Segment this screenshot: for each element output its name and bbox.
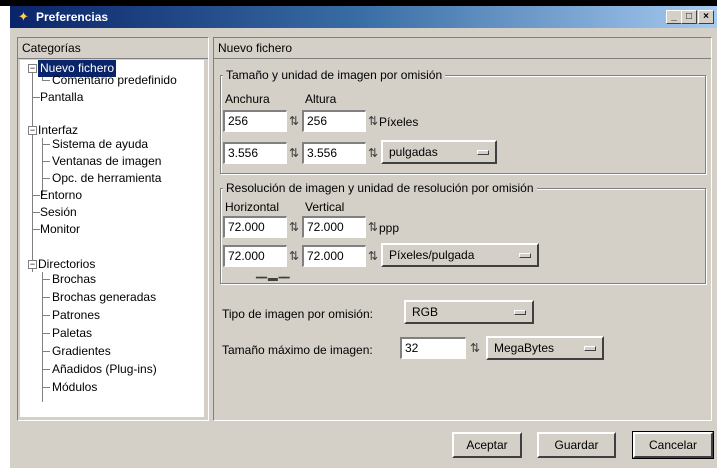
close-button[interactable]: × — [698, 10, 714, 24]
size-group-title: Tamaño y unidad de imagen por omisión — [223, 68, 446, 82]
settings-header: Nuevo fichero — [214, 38, 711, 59]
width-label: Anchura — [225, 92, 270, 106]
cancel-button[interactable]: Cancelar — [632, 431, 714, 459]
tree-item-patrones[interactable]: Patrones — [52, 307, 100, 324]
tree-item-monitor[interactable]: Monitor — [40, 221, 80, 238]
collapse-icon[interactable]: − — [28, 64, 37, 73]
tree-item-brochas[interactable]: Brochas — [52, 271, 96, 288]
tree-item-sesion[interactable]: Sesión — [40, 204, 77, 221]
resolution-unit-value: Píxeles/pulgada — [389, 248, 475, 262]
tree-item-sistema-de-ayuda[interactable]: Sistema de ayuda — [52, 136, 148, 153]
v-unit-field[interactable]: 72.000 — [302, 245, 366, 267]
tree-item-gradientes[interactable]: Gradientes — [52, 343, 111, 360]
max-size-field[interactable]: 32 — [400, 337, 466, 359]
menu-indicator-icon — [519, 253, 531, 258]
tree-item-pantalla[interactable]: Pantalla — [40, 89, 83, 106]
height-px-field[interactable]: 256 — [302, 110, 366, 132]
tree-item-opc-de-herramienta[interactable]: Opc. de herramienta — [52, 170, 161, 187]
vertical-label: Vertical — [305, 200, 345, 214]
width-in-field[interactable]: 3.556 — [223, 142, 287, 164]
horizontal-label: Horizontal — [225, 200, 280, 214]
tree-item-comentario-predefinido[interactable]: Comentario predefinido — [52, 72, 177, 89]
tree-item-entorno[interactable]: Entorno — [40, 187, 82, 204]
width-in-spin-icon[interactable]: ⇅ — [289, 142, 299, 164]
menu-indicator-icon — [514, 310, 526, 315]
width-px-spin-icon[interactable]: ⇅ — [289, 110, 299, 132]
image-type-menu[interactable]: RGB — [404, 300, 534, 324]
collapse-icon[interactable]: − — [28, 126, 37, 135]
height-label: Altura — [305, 92, 337, 106]
max-size-unit-value: MegaBytes — [494, 341, 555, 355]
v-ppp-field[interactable]: 72.000 — [302, 216, 366, 238]
tree-item-anadidos-plug-ins[interactable]: Añadidos (Plug-ins) — [52, 361, 157, 378]
tree-item-modulos[interactable]: Módulos — [52, 379, 97, 396]
accept-button[interactable]: Aceptar — [452, 432, 522, 458]
resolution-unit-menu[interactable]: Píxeles/pulgada — [381, 243, 539, 267]
minimize-button[interactable]: _ — [666, 10, 682, 24]
max-size-label: Tamaño máximo de imagen: — [222, 343, 373, 357]
categories-tree: − − − Nuevo fichero Comentario predefini… — [20, 60, 204, 417]
ppp-unit-label: ppp — [379, 221, 400, 235]
h-ppp-field[interactable]: 72.000 — [223, 216, 287, 238]
height-in-spin-icon[interactable]: ⇅ — [368, 142, 378, 164]
height-in-field[interactable]: 3.556 — [302, 142, 366, 164]
v-unit-spin-icon[interactable]: ⇅ — [368, 245, 378, 267]
size-unit-menu[interactable]: pulgadas — [381, 140, 497, 164]
menu-indicator-icon — [477, 150, 489, 155]
image-type-value: RGB — [412, 305, 439, 319]
resolution-group-title: Resolución de imagen y unidad de resoluc… — [223, 181, 537, 195]
save-button[interactable]: Guardar — [537, 432, 616, 458]
px-unit-label: Píxeles — [379, 115, 419, 129]
menu-indicator-icon — [584, 346, 596, 351]
width-px-field[interactable]: 256 — [223, 110, 287, 132]
image-type-label: Tipo de imagen por omisión: — [222, 307, 373, 321]
tree-item-ventanas-de-imagen[interactable]: Ventanas de imagen — [52, 153, 161, 170]
chain-link-icon[interactable]: ━━ ▬ ━━ — [256, 274, 290, 284]
categories-header[interactable]: Categorías — [18, 38, 208, 59]
height-px-spin-icon[interactable]: ⇅ — [368, 110, 378, 132]
h-unit-spin-icon[interactable]: ⇅ — [289, 245, 299, 267]
window-title: Preferencias — [36, 10, 109, 24]
title-bar[interactable] — [10, 6, 717, 28]
max-size-spin-icon[interactable]: ⇅ — [470, 337, 480, 359]
maximize-button[interactable]: □ — [681, 10, 697, 24]
v-ppp-spin-icon[interactable]: ⇅ — [368, 216, 378, 238]
categories-panel: Categorías − − − Nuevo fichero Comentari… — [17, 37, 209, 421]
h-unit-field[interactable]: 72.000 — [223, 245, 287, 267]
collapse-icon[interactable]: − — [28, 260, 37, 269]
max-size-unit-menu[interactable]: MegaBytes — [486, 336, 604, 360]
h-ppp-spin-icon[interactable]: ⇅ — [289, 216, 299, 238]
tree-item-paletas[interactable]: Paletas — [52, 325, 92, 342]
tree-item-brochas-generadas[interactable]: Brochas generadas — [52, 289, 156, 306]
gimp-icon: ✦ — [18, 9, 29, 24]
size-unit-value: pulgadas — [389, 145, 438, 159]
